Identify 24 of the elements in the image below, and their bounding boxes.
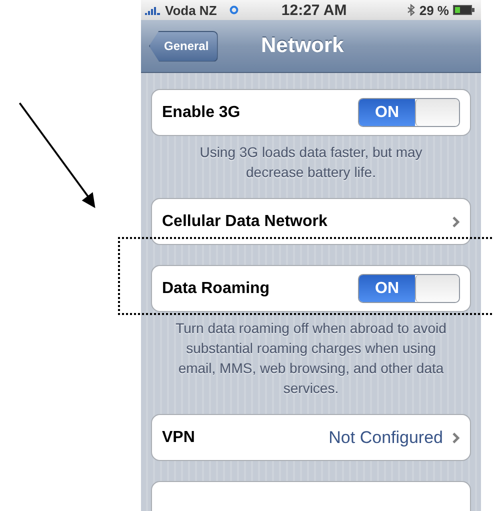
setting-label: Cellular Data Network [162,212,328,230]
toggle-text: ON [359,99,415,126]
toggle-switch[interactable]: ON [358,98,460,127]
battery-icon [453,5,475,15]
setting-label: VPN [162,428,195,446]
footer-note: Using 3G loads data faster, but may decrease battery life. [198,143,424,182]
setting-label: Data Roaming [162,280,270,298]
ring-icon [228,5,239,15]
screen-title: Network [261,34,344,58]
battery-percent: 29 % [419,2,449,18]
footer-note: Turn data roaming off when abroad to avoid substantial roaming charges when using email, MMS, web browsing, and other data services. [174,319,448,398]
settings-row[interactable]: VPN Not Configured [152,415,470,460]
setting-label: Enable 3G [162,104,240,122]
chevron-right-icon [452,432,460,444]
back-button[interactable]: General [149,30,218,62]
clock-time: 12:27 AM [281,2,347,18]
chevron-right-icon [452,216,460,228]
settings-row[interactable]: Cellular Data Network [152,199,470,244]
bluetooth-icon [407,4,416,16]
carrier-name: Voda NZ [165,2,217,18]
toggle-switch[interactable]: ON [358,274,460,303]
signal-bars-icon [145,5,161,15]
setting-value: Not Configured [328,428,443,448]
toggle-text: ON [359,275,415,302]
